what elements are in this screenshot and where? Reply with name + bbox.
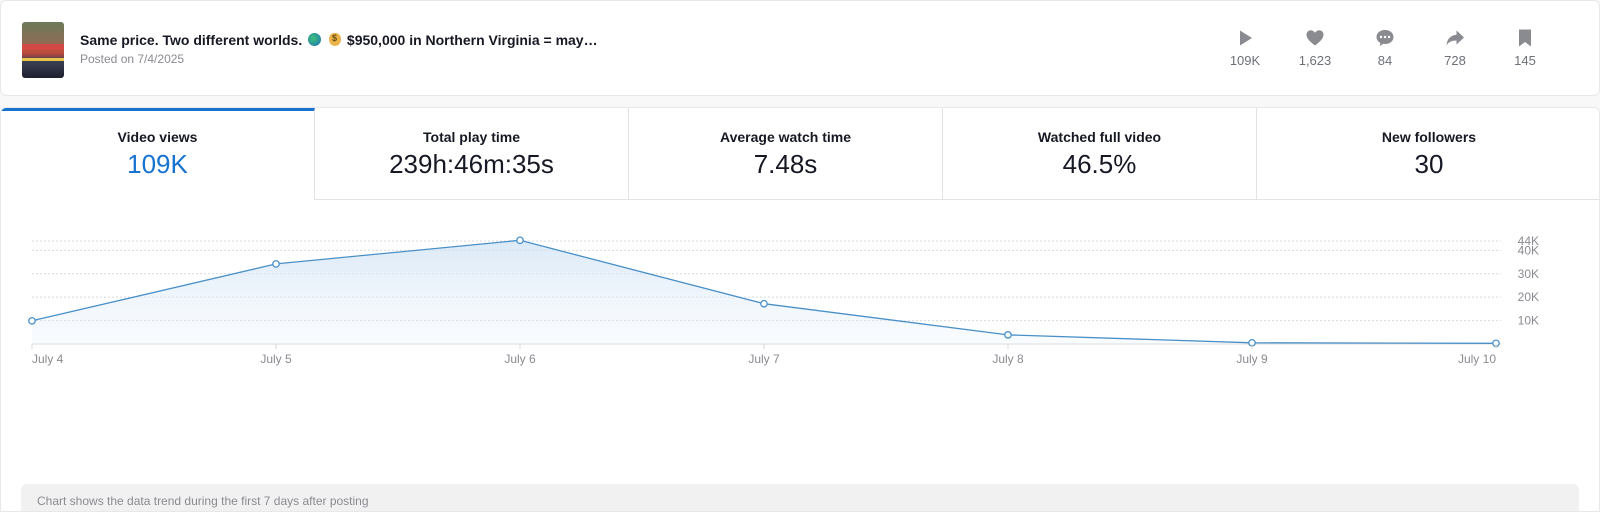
data-point[interactable] [760,299,768,308]
data-point[interactable] [1004,331,1012,339]
post-title: Same price. Two different worlds. $950,0… [80,32,598,48]
y-tick-label: 30K [1518,267,1539,281]
metric-tabs: Video views 109K Total play time 239h:46… [1,108,1599,200]
play-icon [1235,28,1255,48]
tab-total-play-time[interactable]: Total play time 239h:46m:35s [315,108,629,200]
post-title-part-2: $950,000 in Northern Virginia = may… [346,32,598,48]
stat-shares: 728 [1425,28,1485,70]
x-tick-label: July 6 [504,352,536,366]
stat-saves-value: 145 [1514,53,1536,68]
x-tick-label: July 8 [992,352,1024,366]
tab-average-watch-time[interactable]: Average watch time 7.48s [629,108,943,200]
tab-label: New followers [1381,129,1477,145]
tab-new-followers[interactable]: New followers 30 [1257,108,1599,200]
stat-saves: 145 [1495,28,1555,70]
stat-comments: 84 [1355,28,1415,70]
stat-plays-value: 109K [1229,53,1261,68]
y-tick-label: 10K [1518,314,1539,328]
tab-value: 46.5% [1062,149,1137,179]
video-views-chart: July 4 July 5 July 6 July 7 July 8 July 9 July… [28,234,1539,366]
stat-shares-value: 728 [1444,53,1466,68]
tab-watched-full-video[interactable]: Watched full video 46.5% [943,108,1257,200]
money-bag-emoji-icon [329,33,342,46]
tab-label: Video views [117,129,198,145]
stat-likes: 1,623 [1285,28,1345,70]
stat-likes-value: 1,623 [1298,53,1332,68]
data-point[interactable] [516,236,524,245]
tab-label: Average watch time [720,129,851,145]
tab-label: Total play time [423,129,520,145]
share-icon [1445,28,1465,48]
x-tick-label: July 7 [748,352,780,366]
chart-footnote: Chart shows the data trend during the fi… [21,484,1579,511]
chart-area-fill [32,240,1496,344]
video-thumbnail[interactable] [22,22,64,78]
post-date: Posted on 7/4/2025 [80,52,185,66]
x-tick-label: July 9 [1236,352,1268,366]
tab-video-views[interactable]: Video views 109K [1,108,315,200]
tab-value: 30 [1414,149,1444,179]
stat-plays: 109K [1215,28,1275,70]
stat-comments-value: 84 [1377,53,1393,68]
tab-label: Watched full video [1037,129,1162,145]
x-tick-label: July 5 [260,352,292,366]
data-point[interactable] [28,316,36,325]
post-summary-card: Same price. Two different worlds. $950,0… [0,0,1600,96]
tab-value: 7.48s [753,149,818,179]
bookmark-icon [1515,28,1535,48]
tab-value: 239h:46m:35s [389,149,554,179]
y-tick-label: 44K [1518,234,1539,248]
globe-emoji-icon [308,33,322,46]
y-tick-label: 20K [1518,290,1539,304]
comment-icon [1375,28,1395,48]
analytics-panel: Video views 109K Total play time 239h:46… [0,107,1600,512]
tab-value: 109K [127,149,188,179]
x-tick-label: July 10 [1458,352,1496,366]
post-title-part-1: Same price. Two different worlds. [80,32,303,48]
x-tick-label: July 4 [32,352,64,366]
heart-icon [1305,28,1325,48]
data-point[interactable] [272,260,280,268]
